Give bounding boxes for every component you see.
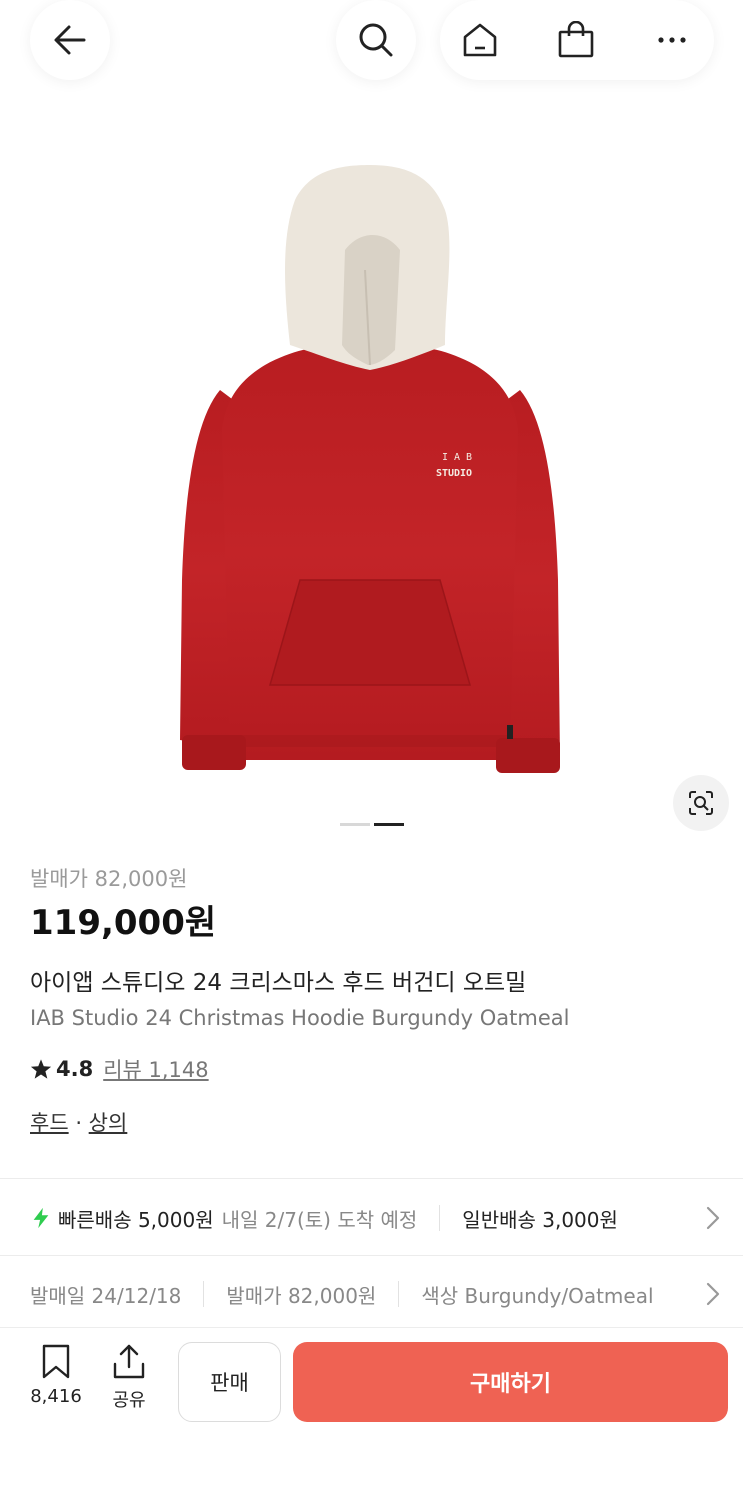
release-date: 발매일 24/12/18 xyxy=(30,1283,182,1308)
normal-delivery-price: 일반배송 3,000원 xyxy=(462,1207,618,1232)
rating-row: 4.8 리뷰 1,148 xyxy=(30,1052,720,1086)
fast-delivery-date: 내일 2/7(토) 도착 예정 xyxy=(221,1207,418,1232)
review-link[interactable]: 리뷰 1,148 xyxy=(103,1054,208,1084)
category-separator: · xyxy=(68,1111,89,1135)
home-button[interactable] xyxy=(440,0,520,80)
image-search-button[interactable] xyxy=(673,775,729,831)
star-icon xyxy=(30,1059,52,1079)
home-icon xyxy=(463,23,497,57)
product-title-en: IAB Studio 24 Christmas Hoodie Burgundy … xyxy=(30,1006,570,1030)
lightning-icon xyxy=(33,1207,49,1229)
carousel-dot xyxy=(340,823,370,826)
nav-action-group xyxy=(440,0,714,80)
search-icon xyxy=(359,23,393,57)
carousel-indicator xyxy=(340,823,404,826)
bookmark-icon xyxy=(42,1344,70,1379)
category-link-hoodie[interactable]: 후드 xyxy=(30,1111,69,1135)
divider xyxy=(0,1178,743,1179)
share-label: 공유 xyxy=(112,1390,146,1411)
top-navigation xyxy=(0,0,743,110)
product-image: I A B STUDIO xyxy=(180,165,560,773)
logo-text-line2: STUDIO xyxy=(436,468,472,479)
shopping-bag-icon xyxy=(558,21,594,58)
share-icon xyxy=(113,1344,145,1379)
back-button[interactable] xyxy=(30,0,110,80)
category-breadcrumb: 후드 · 상의 xyxy=(30,1106,720,1140)
shipping-options[interactable]: 빠른배송 5,000원 내일 2/7(토) 도착 예정 일반배송 3,000원 xyxy=(30,1190,720,1246)
product-image-area[interactable]: I A B STUDIO xyxy=(0,0,743,850)
spec-color: 색상 Burgundy/Oatmeal xyxy=(421,1283,654,1308)
share-button[interactable]: 공유 xyxy=(99,1344,159,1414)
separator xyxy=(398,1281,400,1307)
divider xyxy=(0,1255,743,1256)
wishlist-button[interactable]: 8,416 xyxy=(26,1344,86,1414)
sell-button[interactable]: 판매 xyxy=(178,1342,281,1422)
carousel-dot-active xyxy=(374,823,404,826)
separator xyxy=(203,1281,205,1307)
spec-release-price: 발매가 82,000원 xyxy=(226,1283,377,1308)
chevron-right-icon xyxy=(706,1282,720,1306)
buy-button[interactable]: 구매하기 xyxy=(293,1342,728,1422)
separator xyxy=(439,1205,441,1231)
rating-value: 4.8 xyxy=(56,1057,94,1081)
product-info: 발매가 82,000원 119,000원 아이앱 스튜디오 24 크리스마스 후… xyxy=(30,862,720,1140)
product-specs[interactable]: 발매일 24/12/18 발매가 82,000원 색상 Burgundy/Oat… xyxy=(30,1266,720,1322)
logo-text-line1: I A B xyxy=(442,452,472,463)
more-horizontal-icon xyxy=(658,37,686,43)
fade-overlay xyxy=(660,1266,720,1322)
more-button[interactable] xyxy=(632,0,712,80)
chevron-right-icon xyxy=(706,1206,720,1230)
arrow-left-icon xyxy=(54,25,86,55)
current-price: 119,000원 xyxy=(30,903,217,943)
fast-delivery-price: 빠른배송 5,000원 xyxy=(58,1207,214,1232)
bottom-action-bar: 8,416 공유 판매 구매하기 xyxy=(0,1327,743,1500)
lens-scan-icon xyxy=(689,791,713,815)
product-title-ko: 아이앱 스튜디오 24 크리스마스 후드 버건디 오트밀 xyxy=(30,970,527,996)
release-price: 발매가 82,000원 xyxy=(30,867,188,891)
cart-button[interactable] xyxy=(536,0,616,80)
search-button[interactable] xyxy=(336,0,416,80)
wishlist-count: 8,416 xyxy=(30,1386,82,1407)
category-link-top[interactable]: 상의 xyxy=(89,1111,128,1135)
